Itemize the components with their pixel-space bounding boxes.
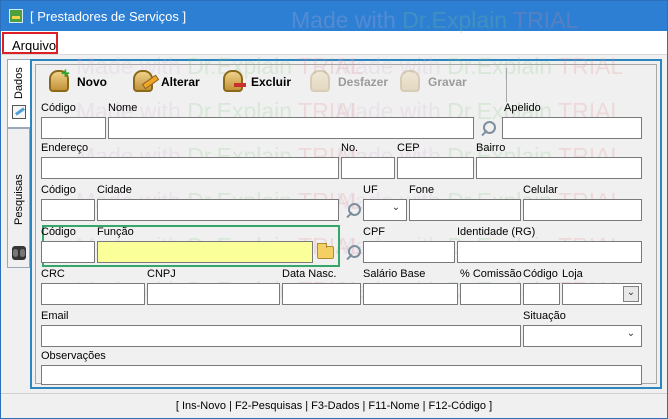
funcao-label: Função <box>97 226 134 238</box>
cidade-label: Cidade <box>97 184 132 196</box>
celular-input[interactable] <box>523 199 642 221</box>
desfazer-button[interactable]: Desfazer <box>310 69 396 97</box>
data-nascimento-label: Data Nasc. <box>282 268 337 280</box>
tab-pesquisas[interactable]: Pesquisas <box>7 128 30 268</box>
comissao-input[interactable] <box>460 283 521 305</box>
edit-icon <box>12 105 26 119</box>
codigo-cidade-label: Código <box>41 184 76 196</box>
nome-input[interactable] <box>108 117 474 139</box>
search-icon[interactable] <box>344 202 362 220</box>
fone-label: Fone <box>409 184 435 196</box>
identidade-label: Identidade (RG) <box>457 226 536 238</box>
codigo-loja-label: Código <box>523 268 558 280</box>
chevron-down-icon: ⌄ <box>626 328 636 339</box>
bairro-label: Bairro <box>476 142 506 154</box>
codigo-cidade-input[interactable] <box>41 199 95 221</box>
apelido-label: Apelido <box>504 102 541 114</box>
observacoes-input[interactable] <box>41 365 642 385</box>
menu-arquivo[interactable]: Arquivo <box>2 32 58 54</box>
codigo-funcao-label: Código <box>41 226 76 238</box>
email-label: Email <box>41 310 69 322</box>
salario-base-input[interactable] <box>363 283 458 305</box>
observacoes-label: Observações <box>41 350 106 362</box>
loja-select[interactable]: ⌄ <box>562 283 642 305</box>
numero-input[interactable] <box>341 157 395 179</box>
menu-bar: Arquivo <box>1 31 667 55</box>
tab-dados-label: Dados <box>13 67 25 99</box>
chevron-down-icon: ⌄ <box>623 286 639 302</box>
tab-dados[interactable]: Dados <box>7 59 30 128</box>
cnpj-label: CNPJ <box>147 268 176 280</box>
salario-base-label: Salário Base <box>363 268 426 280</box>
database-edit-icon <box>133 70 153 92</box>
chevron-down-icon: ⌄ <box>391 202 401 213</box>
folder-icon[interactable] <box>317 243 334 259</box>
cpf-input[interactable] <box>363 241 455 263</box>
cpf-label: CPF <box>363 226 385 238</box>
window-title: [ Prestadores de Serviços ] <box>30 9 187 24</box>
data-nascimento-input[interactable] <box>282 283 361 305</box>
save-icon <box>400 70 420 92</box>
excluir-button[interactable]: Excluir <box>223 69 301 97</box>
codigo-label: Código <box>41 102 76 114</box>
situacao-label: Situação <box>523 310 566 322</box>
database-delete-icon <box>223 70 246 92</box>
identidade-input[interactable] <box>457 241 642 263</box>
uf-select[interactable]: ⌄ <box>363 199 407 221</box>
status-bar: [ Ins-Novo | F2-Pesquisas | F3-Dados | F… <box>1 393 667 418</box>
undo-icon <box>310 70 330 92</box>
alterar-label: Alterar <box>161 75 200 89</box>
desfazer-label: Desfazer <box>338 75 389 89</box>
excluir-label: Excluir <box>251 75 292 89</box>
cidade-input[interactable] <box>97 199 339 221</box>
side-tabs: Dados Pesquisas <box>7 59 30 268</box>
tab-pesquisas-label: Pesquisas <box>13 174 25 225</box>
loja-label: Loja <box>562 268 583 280</box>
cep-label: CEP <box>397 142 420 154</box>
toolbar-separator <box>506 68 507 102</box>
nome-label: Nome <box>108 102 138 114</box>
crc-label: CRC <box>41 268 65 280</box>
funcao-input[interactable] <box>97 241 313 263</box>
email-input[interactable] <box>41 325 521 347</box>
comissao-label: % Comissão <box>460 268 522 280</box>
endereco-label: Endereço <box>41 142 89 154</box>
alterar-button[interactable]: Alterar <box>133 69 213 97</box>
novo-button[interactable]: Novo <box>49 65 114 97</box>
title-bar: [ Prestadores de Serviços ] <box>1 1 667 31</box>
codigo-funcao-input[interactable] <box>41 241 95 263</box>
cnpj-input[interactable] <box>147 283 280 305</box>
novo-label: Novo <box>77 75 107 89</box>
form-panel: Made with Dr.Explain TRIAL Made with Dr.… <box>30 7 662 389</box>
codigo-input[interactable] <box>41 117 106 139</box>
gravar-button[interactable]: Gravar <box>400 69 475 97</box>
application-window: [ Prestadores de Serviços ] Arquivo Dado… <box>0 0 668 419</box>
search-icon[interactable] <box>479 120 497 138</box>
database-add-icon <box>49 65 70 92</box>
bairro-input[interactable] <box>476 157 642 179</box>
cep-input[interactable] <box>397 157 474 179</box>
fone-input[interactable] <box>409 199 521 221</box>
crc-input[interactable] <box>41 283 145 305</box>
application-icon <box>9 9 23 23</box>
codigo-loja-input[interactable] <box>523 283 560 305</box>
uf-label: UF <box>363 184 378 196</box>
gravar-label: Gravar <box>428 75 467 89</box>
search-icon[interactable] <box>344 244 362 262</box>
binoculars-icon <box>12 246 26 260</box>
apelido-input[interactable] <box>502 117 642 139</box>
celular-label: Celular <box>523 184 558 196</box>
endereco-input[interactable] <box>41 157 339 179</box>
no-label: No. <box>341 142 359 154</box>
situacao-select[interactable]: ⌄ <box>523 325 642 347</box>
form-content: Made with Dr.Explain TRIAL Made with Dr.… <box>35 7 657 385</box>
